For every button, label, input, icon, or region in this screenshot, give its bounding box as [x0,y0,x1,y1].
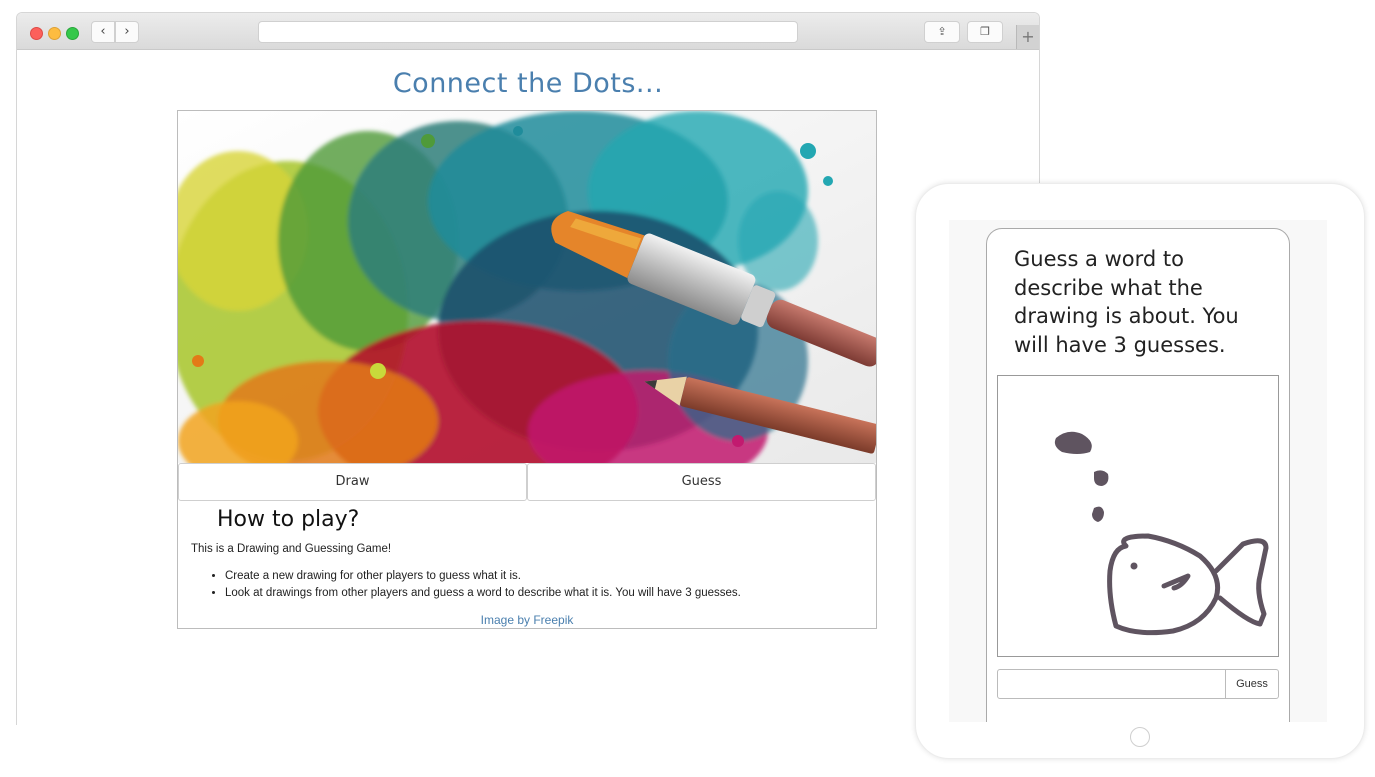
tabs-overview-button[interactable]: ❐ [967,21,1003,43]
chevron-left-icon: ‹ [100,24,106,39]
browser-window: ‹ › ⇪ ❐ + Connect the Dots... Draw Guess… [16,12,1040,725]
guess-input[interactable] [997,669,1226,699]
guess-prompt: Guess a word to describe what the drawin… [1014,247,1239,357]
intro-text: This is a Drawing and Guessing Game! [191,543,392,555]
credit-prefix: Image by [480,613,534,627]
address-bar[interactable] [258,21,798,43]
rule-item: Look at drawings from other players and … [225,585,741,602]
page-title: Connect the Dots... [392,68,664,99]
how-to-play-heading: How to play? [217,507,360,532]
image-credit: Image by Freepik [178,613,876,627]
drawing-canvas [997,375,1279,657]
freepik-link[interactable]: Freepik [533,613,573,627]
tabs-icon: ❐ [980,25,990,38]
back-button[interactable]: ‹ [91,21,115,43]
action-buttons: Draw Guess [178,463,876,501]
hero-image [178,111,876,463]
guess-mode-button[interactable]: Guess [527,463,876,501]
submit-guess-button[interactable]: Guess [1225,669,1279,699]
rules-list: Create a new drawing for other players t… [208,568,741,602]
home-button[interactable] [1130,727,1150,747]
guess-input-row: Guess [997,669,1279,699]
tablet-device: Guess a word to describe what the drawin… [915,183,1365,759]
draw-button[interactable]: Draw [178,463,527,501]
game-card: Draw Guess How to play? This is a Drawin… [177,110,877,629]
forward-button[interactable]: › [115,21,139,43]
close-window-button[interactable] [30,27,43,40]
tablet-screen: Guess a word to describe what the drawin… [949,220,1327,722]
plus-icon: + [1021,27,1035,46]
share-button[interactable]: ⇪ [924,21,960,43]
chevron-right-icon: › [124,24,130,39]
share-icon: ⇪ [937,25,947,38]
guess-card: Guess a word to describe what the drawin… [986,228,1290,722]
fish-sketch [1054,431,1269,636]
maximize-window-button[interactable] [66,27,79,40]
paint-splash-illustration [178,111,876,463]
minimize-window-button[interactable] [48,27,61,40]
browser-toolbar: ‹ › ⇪ ❐ + [17,13,1039,50]
rule-item: Create a new drawing for other players t… [225,568,741,585]
new-tab-button[interactable]: + [1016,25,1039,49]
